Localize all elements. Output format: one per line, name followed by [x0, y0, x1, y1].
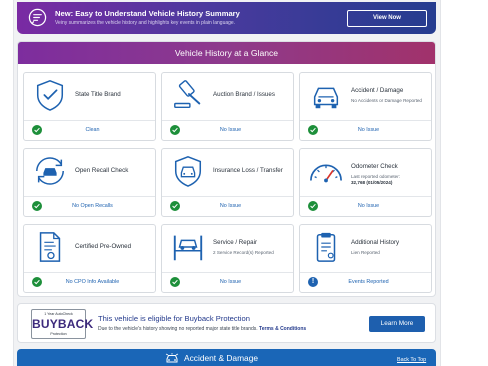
card-title: Odometer Check: [351, 163, 398, 170]
card-title: State Title Brand: [75, 91, 121, 98]
card-status: Clean: [85, 127, 100, 133]
card-footer: No Issue: [300, 120, 431, 140]
card-footer: No Issue: [162, 196, 293, 216]
card-footer: ! Events Reported: [300, 272, 431, 292]
card-certified-pre-owned[interactable]: Certified Pre-Owned No CPO Info Availabl…: [23, 224, 156, 293]
car-lift-icon: [173, 235, 203, 261]
banner-title: New: Easy to Understand Vehicle History …: [55, 9, 240, 18]
back-to-top-link[interactable]: Back To Top: [397, 357, 426, 363]
card-accident-damage[interactable]: Accident / Damage No Accidents or Damage…: [299, 72, 432, 141]
card-title: Auction Brand / Issues: [213, 91, 275, 98]
card-footer: Clean: [24, 120, 155, 140]
car-front-icon: [313, 87, 339, 109]
certificate-icon: [39, 232, 61, 262]
odometer-icon: [310, 164, 342, 183]
card-status: No Open Recalls: [72, 203, 113, 209]
card-detail: No Accidents or Damage Reported: [351, 98, 422, 103]
learn-more-button[interactable]: Learn More: [369, 316, 425, 332]
card-additional-history[interactable]: Additional History Lien Reported ! Event…: [299, 224, 432, 293]
buyback-logo: 1 Year AutoCheck BUYBACK Protection: [31, 309, 94, 339]
vehicle-history-glance: Vehicle History at a Glance State Title …: [17, 41, 436, 297]
buyback-logo-top: 1 Year AutoCheck: [44, 312, 73, 316]
card-detail: Lien Reported: [351, 250, 380, 255]
card-footer: No Issue: [162, 272, 293, 292]
card-odometer-check[interactable]: Odometer Check Last reported odometer: 3…: [299, 148, 432, 217]
car-recall-icon: [36, 157, 64, 185]
card-footer: No CPO Info Available: [24, 272, 155, 292]
card-state-title-brand[interactable]: State Title Brand Clean: [23, 72, 156, 141]
card-status: No CPO Info Available: [65, 279, 120, 285]
card-auction-brand[interactable]: Auction Brand / Issues No Issue: [161, 72, 294, 141]
car-crash-icon: [165, 353, 179, 363]
card-status: No Issue: [219, 279, 242, 285]
gavel-icon: [174, 80, 201, 108]
card-footer: No Open Recalls: [24, 196, 155, 216]
buyback-description: Due to the vehicle's history showing no …: [98, 326, 258, 332]
accident-damage-header: Accident & Damage Back To Top: [17, 349, 436, 366]
accident-damage-title: Accident & Damage: [184, 353, 259, 363]
card-title: Service / Repair: [213, 239, 258, 246]
card-title: Insurance Loss / Transfer: [213, 167, 283, 174]
card-detail: 2 Service Record(s) Reported: [213, 250, 274, 255]
card-title: Certified Pre-Owned: [75, 243, 132, 250]
left-gutter: [0, 0, 14, 366]
view-now-button[interactable]: View Now: [347, 10, 427, 27]
buyback-logo-bottom: Protection: [50, 332, 67, 336]
card-status: No Issue: [357, 127, 380, 133]
buyback-text: Due to the vehicle's history showing no …: [98, 326, 306, 332]
card-status: No Issue: [219, 127, 242, 133]
chat-bubble-icon: [28, 8, 47, 27]
card-detail: Last reported odometer: 32,768 (01/05/20…: [351, 174, 431, 186]
card-service-repair[interactable]: Service / Repair 2 Service Record(s) Rep…: [161, 224, 294, 293]
card-footer: No Issue: [162, 120, 293, 140]
card-title: Accident / Damage: [351, 87, 404, 94]
card-title: Open Recall Check: [75, 167, 129, 174]
card-status: No Issue: [219, 203, 242, 209]
card-status: No Issue: [357, 203, 380, 209]
card-status[interactable]: Events Reported: [300, 279, 431, 285]
buyback-logo-word: BUYBACK: [32, 317, 94, 331]
odometer-label: Last reported odometer:: [351, 174, 401, 179]
banner-subtitle: Veiny summarizes the vehicle history and…: [55, 20, 236, 26]
clipboard-icon: [316, 232, 336, 262]
terms-link[interactable]: Terms & Conditions: [259, 326, 306, 332]
shield-check-icon: [36, 80, 64, 111]
right-gutter: [440, 0, 488, 366]
buyback-protection-panel: 1 Year AutoCheck BUYBACK Protection This…: [17, 303, 436, 343]
shield-car-icon: [174, 156, 202, 187]
card-insurance-loss[interactable]: Insurance Loss / Transfer No Issue: [161, 148, 294, 217]
card-open-recall[interactable]: Open Recall Check No Open Recalls: [23, 148, 156, 217]
summary-banner: New: Easy to Understand Vehicle History …: [17, 2, 436, 34]
odometer-value: 32,768 (01/05/2024): [351, 180, 393, 185]
section-title: Vehicle History at a Glance: [18, 42, 435, 64]
card-footer: No Issue: [300, 196, 431, 216]
card-title: Additional History: [351, 239, 400, 246]
buyback-title: This vehicle is eligible for Buyback Pro…: [98, 314, 250, 323]
